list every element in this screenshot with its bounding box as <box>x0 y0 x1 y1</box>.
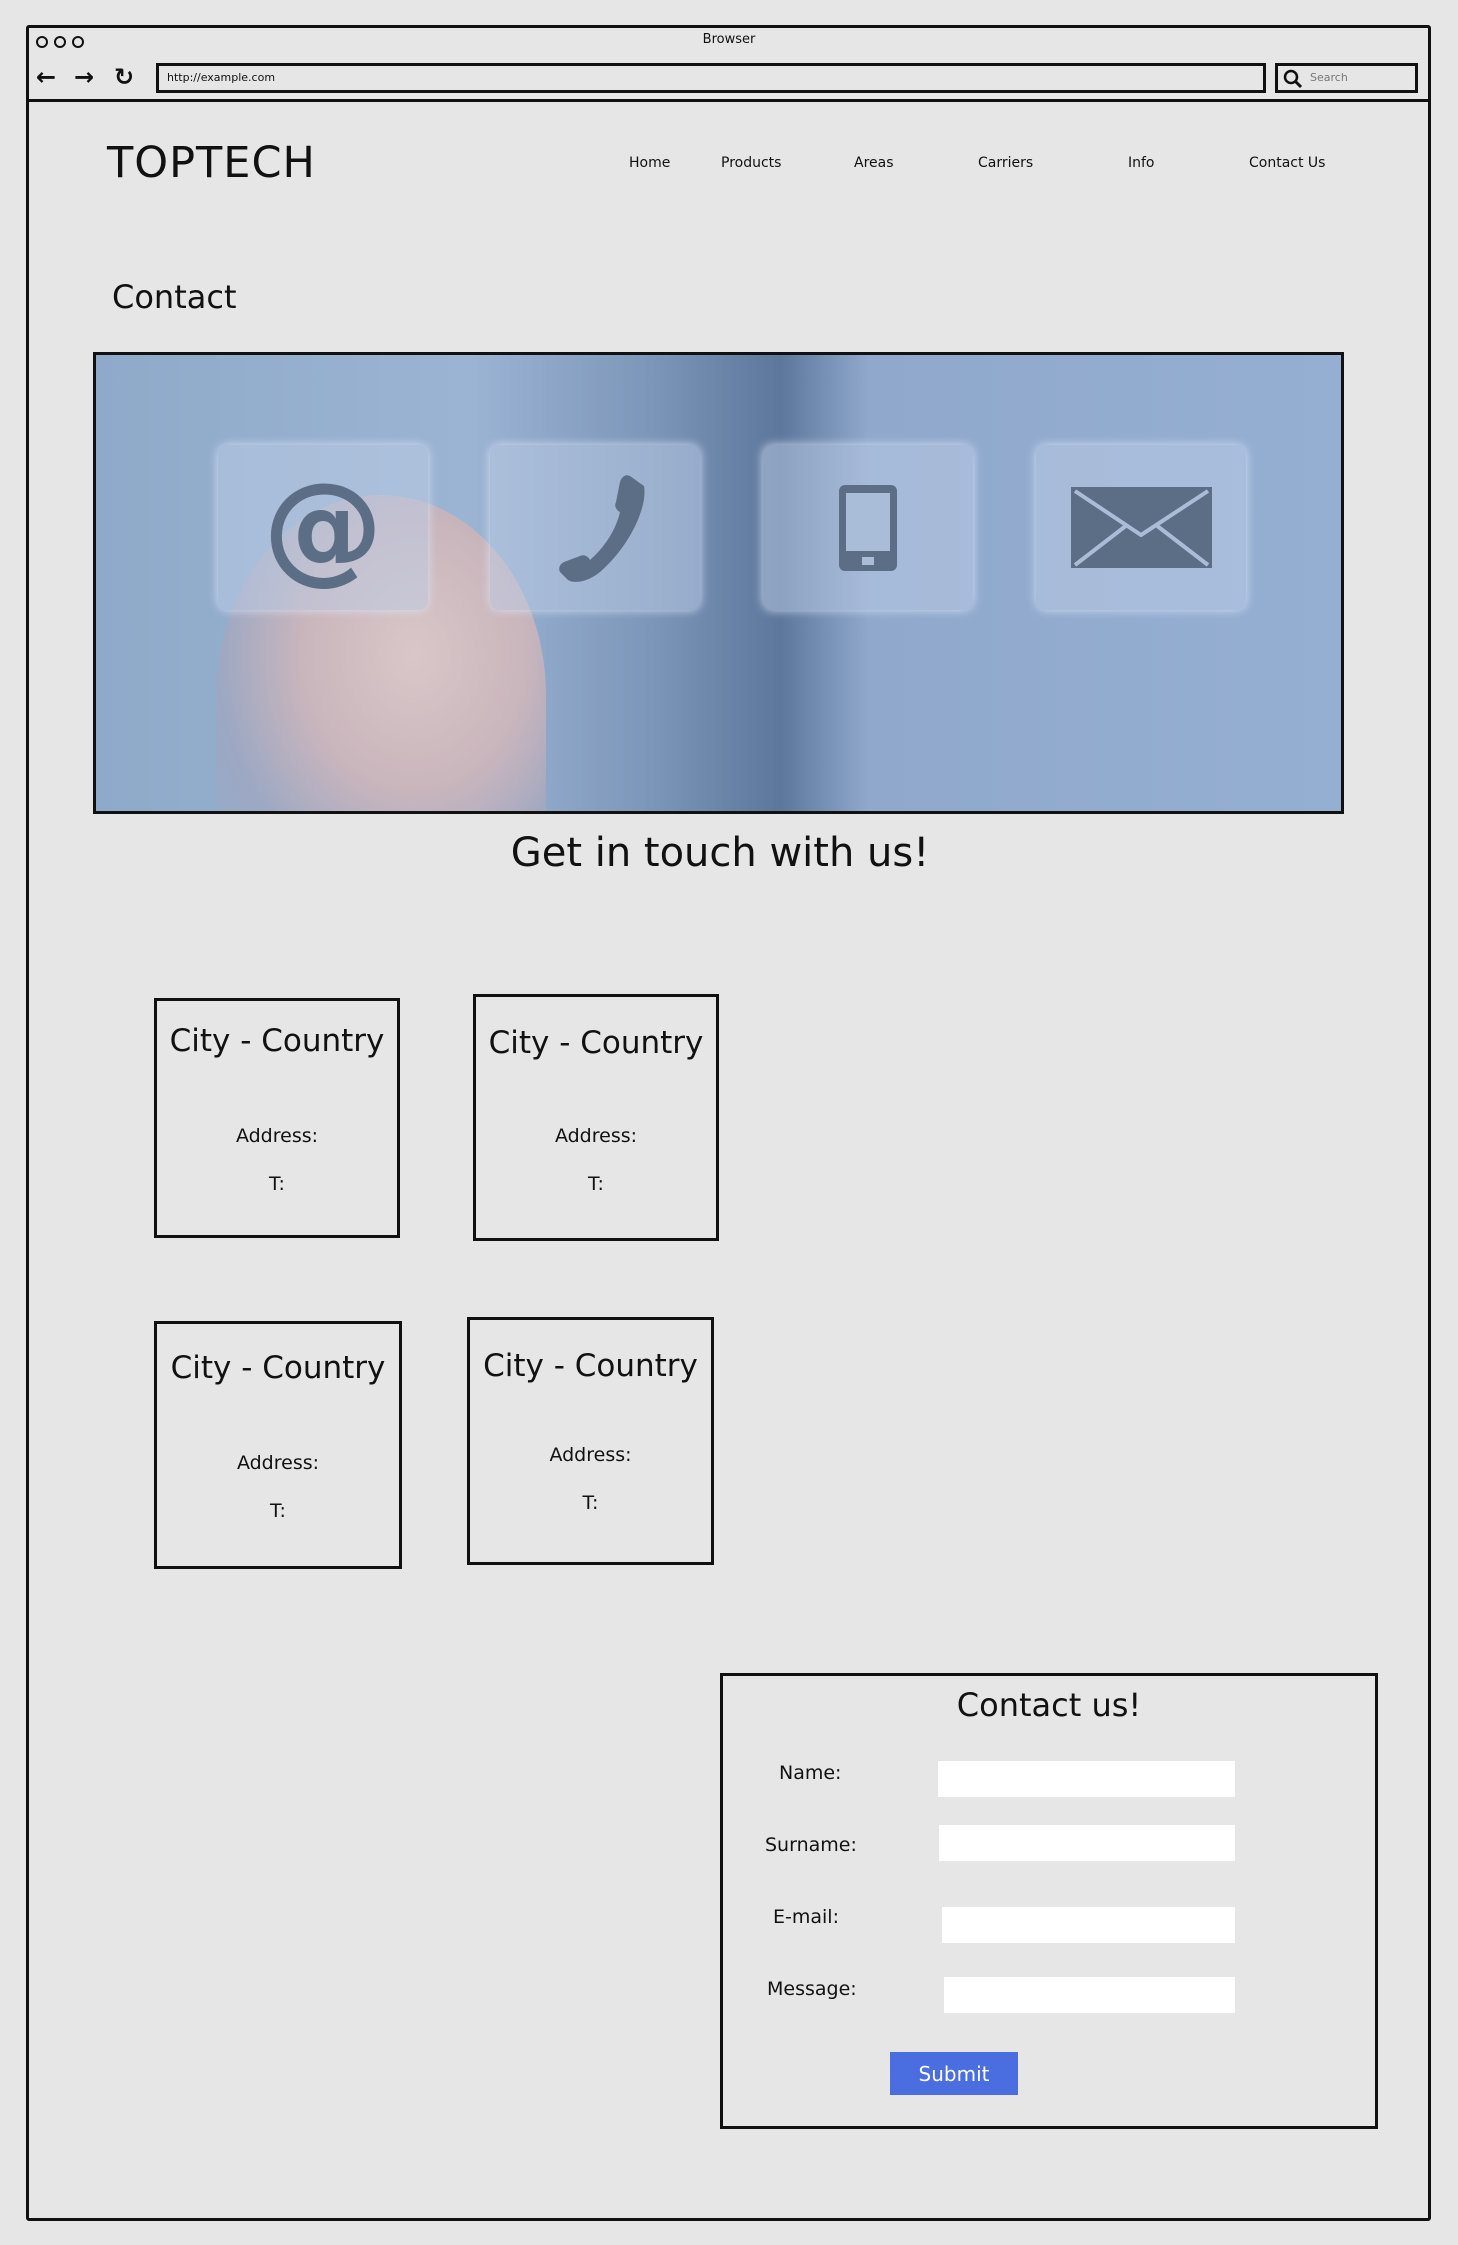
office-phone-label: T: <box>588 1173 604 1195</box>
surname-input[interactable] <box>939 1825 1235 1861</box>
office-address-label: Address: <box>554 1125 638 1147</box>
office-card: City - Country Address: T: <box>154 998 400 1238</box>
office-city: City - Country <box>169 1023 385 1059</box>
mobile-phone-icon <box>763 445 973 610</box>
email-input[interactable] <box>942 1907 1235 1943</box>
phone-handset-icon <box>490 445 700 610</box>
forward-arrow-icon[interactable]: → <box>74 62 94 92</box>
email-label: E-mail: <box>773 1906 839 1928</box>
browser-toolbar-divider <box>26 99 1431 102</box>
reload-icon[interactable]: ↻ <box>114 62 134 92</box>
office-city: City - Country <box>483 1348 698 1384</box>
back-arrow-icon[interactable]: ← <box>36 62 56 92</box>
nav-products[interactable]: Products <box>721 155 781 171</box>
site-logo[interactable]: TOPTECH <box>107 133 316 193</box>
nav-contact-us[interactable]: Contact Us <box>1249 155 1325 171</box>
office-card: City - Country Address: T: <box>473 994 719 1241</box>
office-phone-label: T: <box>269 1173 285 1195</box>
office-phone-label: T: <box>270 1500 286 1522</box>
office-address-label: Address: <box>235 1125 319 1147</box>
window-title: Browser <box>702 32 756 47</box>
office-phone-label: T: <box>582 1492 599 1514</box>
nav-carriers[interactable]: Carriers <box>978 155 1033 171</box>
message-label: Message: <box>767 1978 857 2000</box>
hero-image: @ <box>93 352 1344 814</box>
office-card: City - Country Address: T: <box>154 1321 402 1569</box>
nav-areas[interactable]: Areas <box>854 155 894 171</box>
office-city: City - Country <box>488 1025 704 1061</box>
name-input[interactable] <box>938 1761 1235 1797</box>
contact-form-title: Contact us! <box>956 1686 1142 1724</box>
office-address-label: Address: <box>549 1444 632 1466</box>
search-icon <box>1283 69 1303 89</box>
office-card: City - Country Address: T: <box>467 1317 714 1565</box>
contact-form <box>720 1673 1378 2129</box>
page-title: Contact <box>112 278 237 316</box>
nav-info[interactable]: Info <box>1128 155 1155 171</box>
nav-home[interactable]: Home <box>629 155 670 171</box>
section-heading: Get in touch with us! <box>510 830 930 876</box>
envelope-icon <box>1036 445 1246 610</box>
at-sign-icon: @ <box>218 445 428 610</box>
office-address-label: Address: <box>236 1452 320 1474</box>
message-input[interactable] <box>944 1977 1235 2013</box>
surname-label: Surname: <box>765 1834 857 1856</box>
office-city: City - Country <box>170 1350 386 1386</box>
name-label: Name: <box>779 1762 842 1784</box>
submit-button[interactable]: Submit <box>890 2052 1018 2095</box>
address-bar[interactable]: http://example.com <box>156 63 1266 93</box>
